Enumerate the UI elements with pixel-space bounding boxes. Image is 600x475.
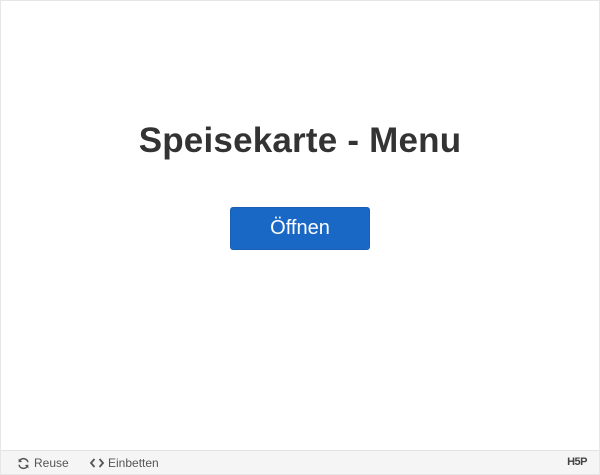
reuse-label: Reuse <box>34 456 69 470</box>
content-area: Speisekarte - Menu Öffnen <box>1 1 599 450</box>
h5p-frame: Speisekarte - Menu Öffnen Reuse Einbette… <box>0 0 600 475</box>
embed-label: Einbetten <box>108 456 159 470</box>
h5p-logo[interactable]: H5P <box>567 456 587 468</box>
reuse-button[interactable]: Reuse <box>17 451 69 475</box>
footer-bar: Reuse Einbetten H5P <box>1 450 599 474</box>
reuse-arrows-icon <box>17 457 30 470</box>
code-brackets-icon <box>90 458 104 468</box>
embed-button[interactable]: Einbetten <box>90 451 159 475</box>
open-button[interactable]: Öffnen <box>230 207 370 250</box>
page-title: Speisekarte - Menu <box>138 121 462 160</box>
